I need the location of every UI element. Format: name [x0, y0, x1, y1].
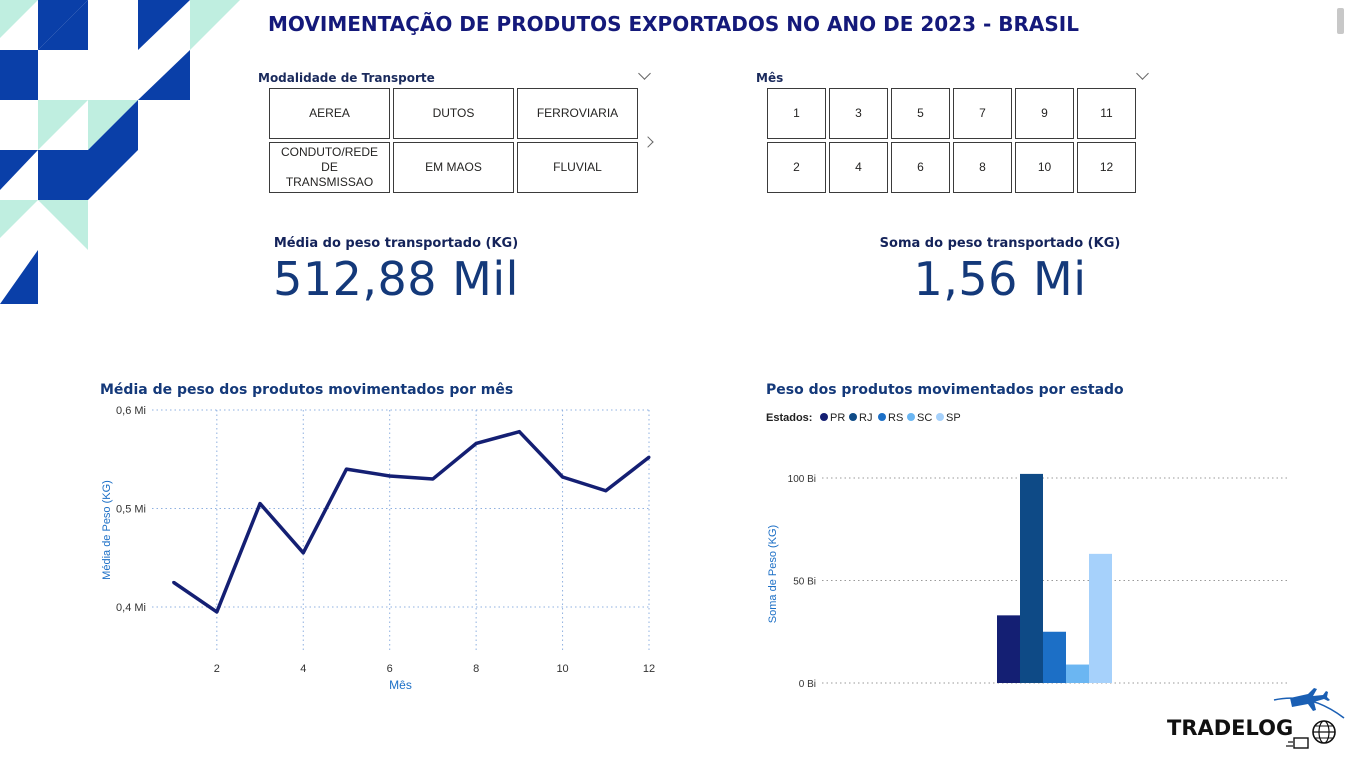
transport-slicer-header: Modalidade de Transporte: [258, 71, 435, 85]
bar-pr: [997, 615, 1020, 683]
data-point: [172, 580, 176, 584]
legend-marker: [849, 413, 857, 421]
transport-slicer-chevron-down-icon[interactable]: [638, 67, 651, 80]
bar-rj: [1020, 473, 1043, 683]
x-tick-label: 12: [643, 663, 655, 675]
line-chart-title: Média de peso dos produtos movimentados …: [100, 382, 514, 398]
kpi-sum-value: 1,56 Mi: [913, 252, 1087, 306]
month-option[interactable]: 10: [1015, 142, 1074, 193]
data-point: [344, 467, 348, 471]
y-axis-title: Soma de Peso (KG): [767, 525, 779, 623]
decorative-pattern: [0, 0, 240, 304]
legend-item: SP: [946, 412, 961, 424]
month-option[interactable]: 3: [829, 88, 888, 139]
data-point: [258, 502, 262, 506]
line-chart: 0,4 Mi 0,5 Mi 0,6 Mi 2 4 6 8 10 12 Mês Média de Pe…: [101, 405, 655, 692]
x-tick-label: 8: [473, 663, 479, 675]
month-option[interactable]: 12: [1077, 142, 1136, 193]
legend-title: Estados:: [766, 412, 812, 424]
kpi-average-value: 512,88 Mil: [273, 252, 519, 306]
transport-option[interactable]: FLUVIAL: [517, 142, 638, 193]
month-option[interactable]: 11: [1077, 88, 1136, 139]
bar-rs: [1043, 631, 1066, 683]
bar-chart: Estados: PR RJ RS SC SP 0 Bi 50 Bi 100 Bi Soma de…: [766, 412, 1288, 690]
x-axis-title: Mês: [389, 678, 412, 692]
legend-item: PR: [830, 412, 845, 424]
month-option[interactable]: 4: [829, 142, 888, 193]
transport-option[interactable]: FERROVIARIA: [517, 88, 638, 139]
transport-slicer: AEREA DUTOS FERROVIARIA CONDUTO/REDE DE …: [269, 88, 638, 193]
kpi-average-label: Média do peso transportado (KG): [273, 236, 519, 251]
month-option[interactable]: 7: [953, 88, 1012, 139]
y-tick-label: 0,6 Mi: [116, 405, 146, 417]
month-slicer: 1 3 5 7 9 11 2 4 6 8 10 12: [767, 88, 1136, 193]
data-point: [474, 441, 478, 445]
data-point: [647, 455, 651, 459]
x-tick-label: 10: [556, 663, 568, 675]
bar-chart-title: Peso dos produtos movimentados por estad…: [766, 382, 1124, 398]
brand-logo-icon: [1273, 688, 1345, 749]
month-option[interactable]: 8: [953, 142, 1012, 193]
legend-item: SC: [917, 412, 932, 424]
data-point: [517, 430, 521, 434]
legend-marker: [936, 413, 944, 421]
month-slicer-header: Mês: [756, 71, 784, 85]
data-point: [604, 489, 608, 493]
legend-item: RS: [888, 412, 903, 424]
y-tick-label: 50 Bi: [793, 577, 816, 588]
data-point: [215, 610, 219, 614]
y-tick-label: 100 Bi: [788, 474, 816, 485]
month-option[interactable]: 2: [767, 142, 826, 193]
x-tick-label: 6: [387, 663, 393, 675]
data-point: [431, 477, 435, 481]
transport-option[interactable]: AEREA: [269, 88, 390, 139]
transport-option[interactable]: EM MAOS: [393, 142, 514, 193]
month-slicer-chevron-down-icon[interactable]: [1136, 67, 1149, 80]
data-point: [301, 551, 305, 555]
data-point: [561, 475, 565, 479]
y-tick-label: 0 Bi: [799, 679, 816, 690]
series-line: [172, 429, 651, 614]
y-tick-label: 0,4 Mi: [116, 602, 146, 614]
y-tick-label: 0,5 Mi: [116, 504, 146, 516]
data-point: [388, 474, 392, 478]
month-option[interactable]: 9: [1015, 88, 1074, 139]
legend-item: RJ: [859, 412, 872, 424]
legend-marker: [820, 413, 828, 421]
transport-option[interactable]: CONDUTO/REDE DE TRANSMISSAO: [269, 142, 390, 193]
scrollbar-thumb[interactable]: [1337, 8, 1344, 34]
kpi-sum-label: Soma do peso transportado (KG): [879, 236, 1121, 251]
transport-option[interactable]: DUTOS: [393, 88, 514, 139]
x-tick-label: 2: [214, 663, 220, 675]
legend-marker: [907, 413, 915, 421]
month-option[interactable]: 1: [767, 88, 826, 139]
page-title: MOVIMENTAÇÃO DE PRODUTOS EXPORTADOS NO A…: [268, 12, 1079, 36]
chevron-right-icon[interactable]: [642, 136, 654, 148]
month-option[interactable]: 6: [891, 142, 950, 193]
bar-sc: [1066, 664, 1089, 683]
x-tick-label: 4: [300, 663, 306, 675]
y-axis-title: Média de Peso (KG): [101, 480, 113, 580]
legend-marker: [878, 413, 886, 421]
bar-sp: [1089, 553, 1112, 683]
month-option[interactable]: 5: [891, 88, 950, 139]
